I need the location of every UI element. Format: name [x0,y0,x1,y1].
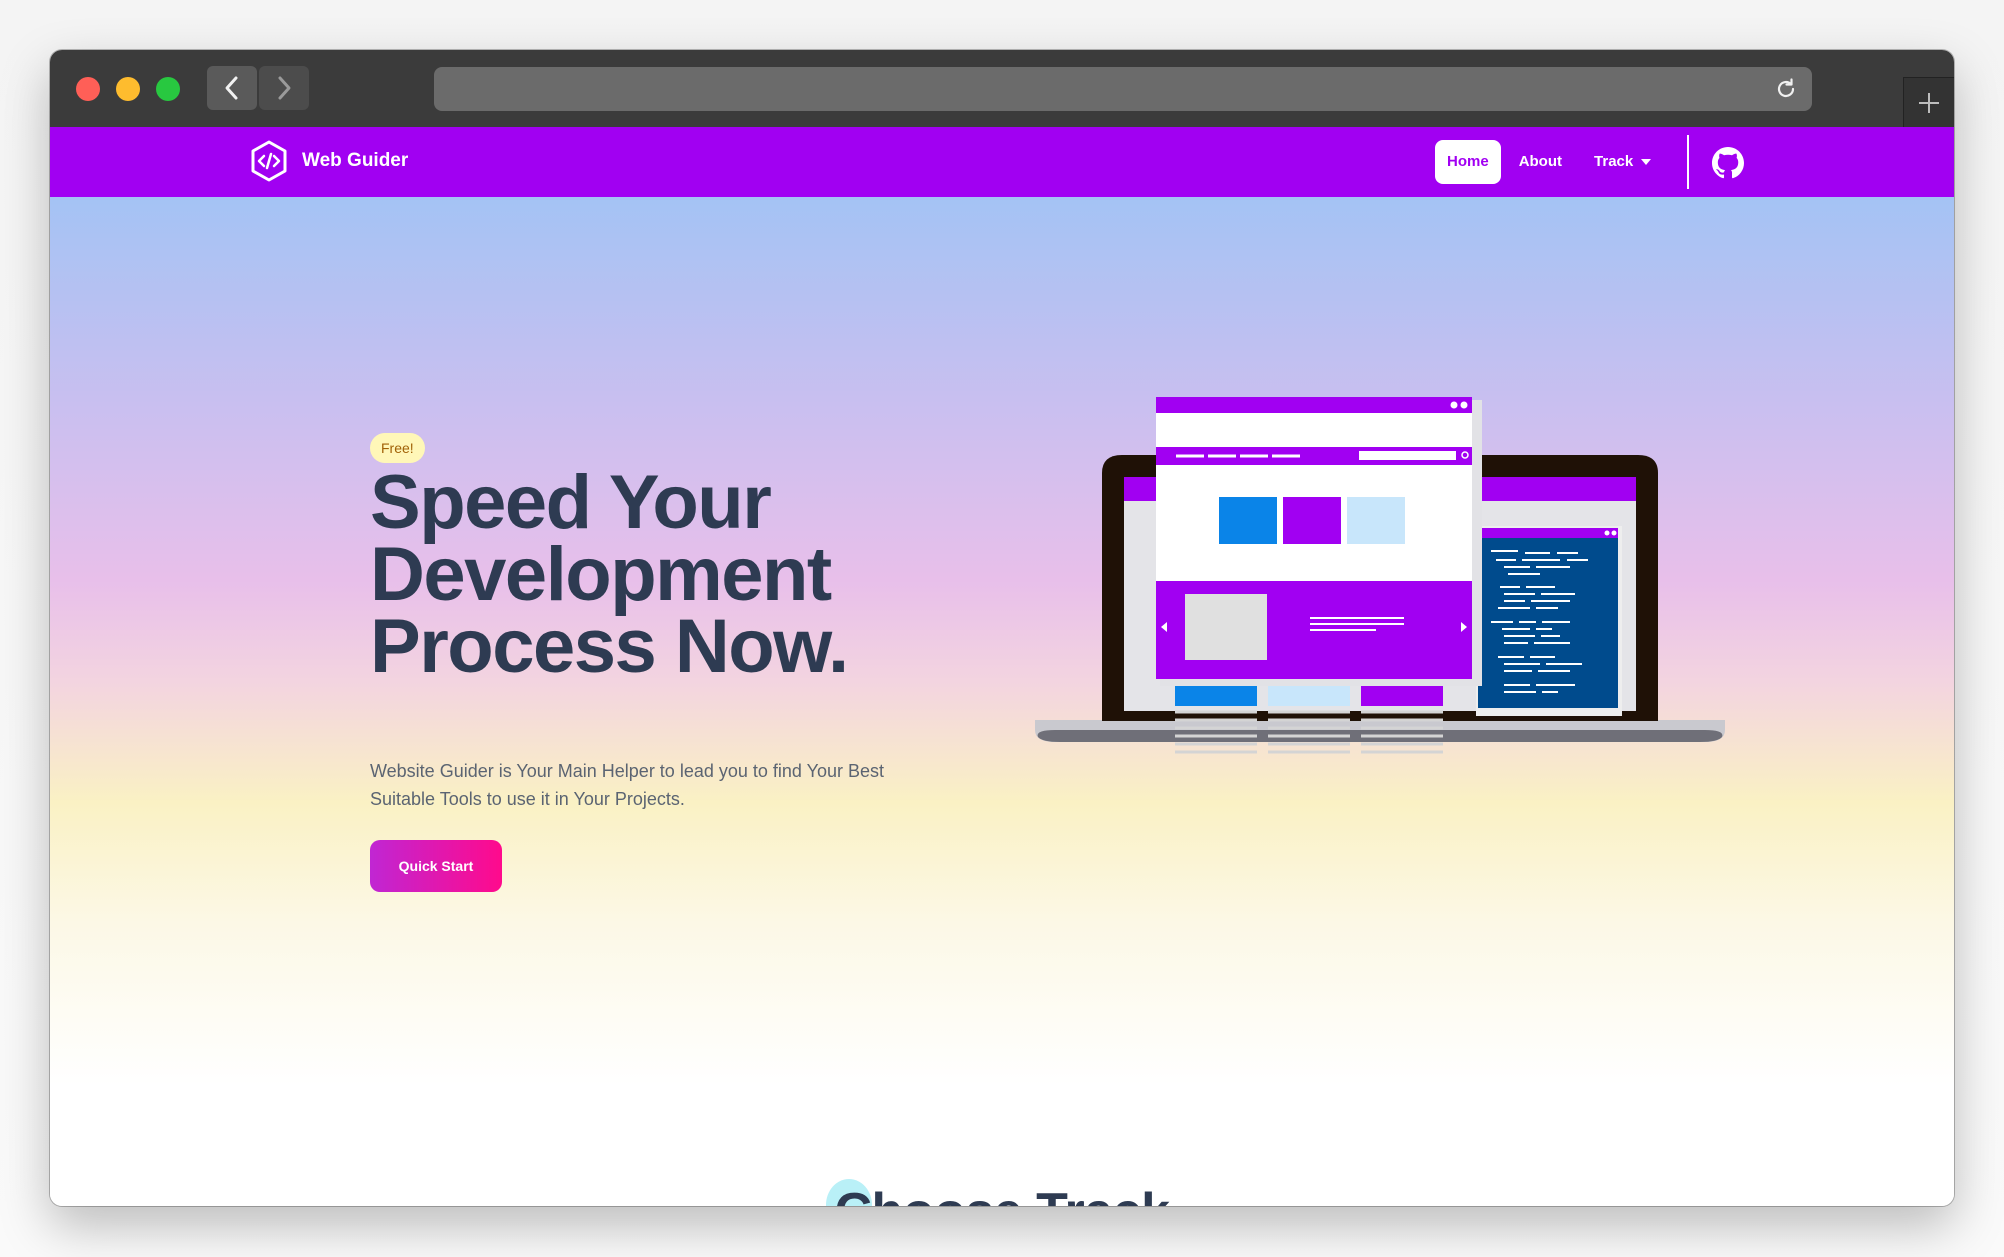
nav-links: Home About Track [1435,140,1669,184]
maximize-window-button[interactable] [156,77,180,101]
headline-line-3: Process Now. [370,604,849,689]
quick-start-button[interactable]: Quick Start [370,840,502,892]
free-badge: Free! [370,433,425,463]
github-icon[interactable] [1712,147,1744,179]
nav-track-dropdown[interactable]: Track [1580,140,1665,184]
brand-name: Web Guider [302,150,409,171]
plus-icon [1919,93,1939,113]
nav-divider [1687,135,1689,189]
back-button[interactable] [207,66,257,110]
laptop-webpage-illustration [1035,397,1725,754]
site-navbar: Web Guider Home About Track [50,127,1954,197]
nav-home[interactable]: Home [1435,140,1501,184]
browser-titlebar [50,50,1954,128]
minimize-window-button[interactable] [116,77,140,101]
chevron-right-icon [278,76,291,100]
forward-button[interactable] [259,66,309,110]
nav-about[interactable]: About [1505,140,1576,184]
close-window-button[interactable] [76,77,100,101]
brand-link[interactable]: Web Guider [250,140,408,182]
choose-track-title: Choose Track [50,1182,1954,1206]
browser-window: Web Guider Home About Track Free! Speed … [50,50,1954,1206]
caret-down-icon [1641,159,1652,166]
hero-subtitle: Website Guider is Your Main Helper to le… [370,761,884,809]
new-tab-button[interactable] [1903,77,1954,128]
nav-track-label: Track [1594,153,1634,170]
reload-icon[interactable] [1774,77,1798,101]
hero-section: Free! Speed Your Development Process Now… [50,197,1954,1206]
hero-headline: Speed Your Development Process Now. [370,465,930,685]
address-bar[interactable] [434,67,1812,111]
code-hexagon-icon [251,140,287,182]
screenshot-stage: Web Guider Home About Track Free! Speed … [0,0,2004,1257]
chevron-left-icon [225,76,238,100]
